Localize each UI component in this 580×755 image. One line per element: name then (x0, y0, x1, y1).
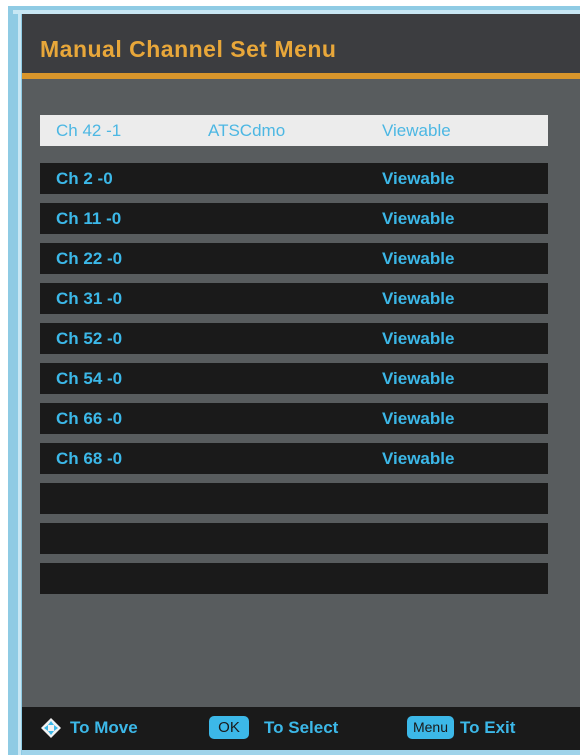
channel-row-empty[interactable] (40, 523, 548, 554)
channel-status: Viewable (382, 449, 455, 468)
channel-row[interactable]: Ch 54 -0 Viewable (40, 363, 548, 394)
channel-number: Ch 22 -0 (56, 249, 123, 268)
channel-number: Ch 54 -0 (56, 369, 123, 388)
channel-status: Viewable (382, 249, 455, 268)
channel-number: Ch 42 -1 (56, 121, 122, 140)
move-hint-label: To Move (70, 718, 138, 737)
channel-row-selected[interactable]: Ch 42 -1 ATSCdmo Viewable (40, 115, 548, 146)
channel-row[interactable]: Ch 22 -0 Viewable (40, 243, 548, 274)
menu-title: Manual Channel Set Menu (40, 36, 337, 62)
channel-number: Ch 68 -0 (56, 449, 123, 468)
channel-number: Ch 11 -0 (56, 209, 122, 228)
frame-bottom-edge (22, 750, 580, 755)
channel-number: Ch 52 -0 (56, 329, 123, 348)
channel-list: Ch 42 -1 ATSCdmo Viewable Ch 2 -0 Viewab… (40, 115, 548, 603)
directional-pad-icon (41, 718, 61, 738)
channel-type: ATSCdmo (208, 121, 286, 140)
channel-number: Ch 31 -0 (56, 289, 123, 308)
menu-key-icon: Menu (407, 716, 454, 739)
channel-row[interactable]: Ch 31 -0 Viewable (40, 283, 548, 314)
channel-status: Viewable (382, 169, 455, 188)
channel-row[interactable]: Ch 2 -0 Viewable (40, 163, 548, 194)
channel-status: Viewable (382, 209, 455, 228)
exit-hint-label: To Exit (460, 718, 516, 737)
channel-status: Viewable (382, 289, 455, 308)
title-underline (22, 73, 580, 79)
channel-row-empty[interactable] (40, 483, 548, 514)
ok-key-icon: OK (209, 716, 249, 739)
channel-row-empty[interactable] (40, 563, 548, 594)
channel-status: Viewable (382, 369, 455, 388)
channel-status: Viewable (382, 409, 455, 428)
channel-row[interactable]: Ch 52 -0 Viewable (40, 323, 548, 354)
frame-left-rail (18, 12, 21, 755)
channel-row[interactable]: Ch 66 -0 Viewable (40, 403, 548, 434)
channel-status: Viewable (382, 121, 451, 140)
channel-status: Viewable (382, 329, 455, 348)
channel-row[interactable]: Ch 11 -0 Viewable (40, 203, 548, 234)
channel-number: Ch 66 -0 (56, 409, 123, 428)
channel-row[interactable]: Ch 68 -0 Viewable (40, 443, 548, 474)
select-hint-label: To Select (264, 718, 339, 737)
channel-number: Ch 2 -0 (56, 169, 113, 188)
